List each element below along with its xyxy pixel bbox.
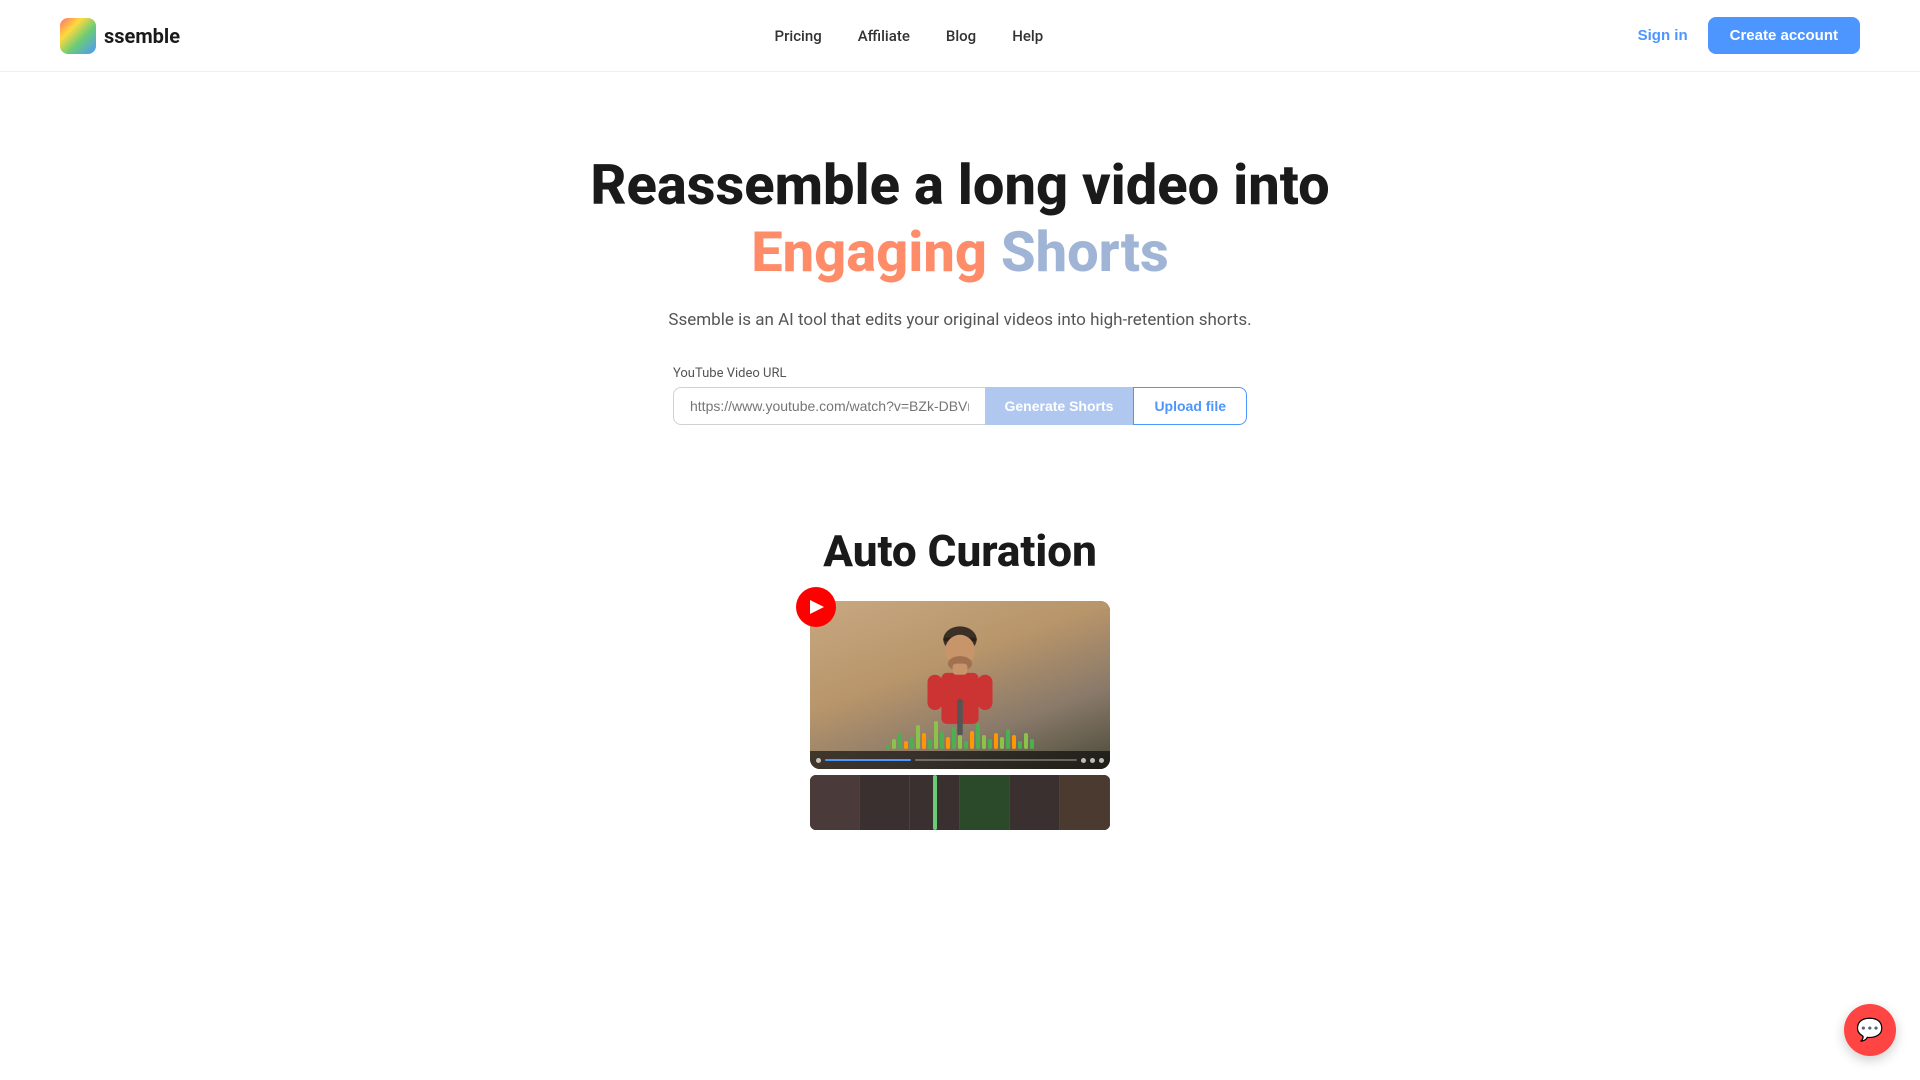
- wave-bar: [1030, 739, 1034, 749]
- wave-bar: [892, 739, 896, 749]
- wave-bar: [898, 733, 902, 749]
- curation-title: Auto Curation: [20, 525, 1900, 577]
- nav-pricing[interactable]: Pricing: [775, 27, 822, 45]
- url-label: YouTube Video URL: [673, 366, 786, 381]
- volume-icon: [1081, 758, 1086, 763]
- wave-bar: [910, 737, 914, 749]
- progress-filled: [825, 759, 911, 761]
- wave-bar: [922, 733, 926, 749]
- video-player[interactable]: [810, 601, 1110, 769]
- thumb-5: [1010, 775, 1060, 830]
- logo-text: ssemble: [104, 24, 180, 48]
- wave-bar: [934, 721, 938, 749]
- settings-icon: [1090, 758, 1095, 763]
- hero-subtext: Ssemble is an AI tool that edits your or…: [20, 310, 1900, 330]
- nav-blog[interactable]: Blog: [946, 27, 976, 45]
- wave-bar: [1024, 733, 1028, 749]
- wave-bar: [904, 741, 908, 749]
- logo-icon: [60, 18, 96, 54]
- wave-bar: [958, 735, 962, 749]
- chat-support-button[interactable]: 💬: [1844, 1004, 1896, 1056]
- wave-bar: [940, 731, 944, 749]
- nav-links: Pricing Affiliate Blog Help: [775, 27, 1044, 45]
- headline-engaging: Engaging: [751, 219, 987, 285]
- thumb-1: [810, 775, 860, 830]
- sign-in-button[interactable]: Sign in: [1638, 27, 1688, 44]
- wave-bar: [1012, 735, 1016, 749]
- youtube-url-input[interactable]: [673, 387, 985, 425]
- nav-affiliate[interactable]: Affiliate: [858, 27, 910, 45]
- video-controls-bar[interactable]: [810, 751, 1110, 769]
- curation-section: Auto Curation: [0, 485, 1920, 854]
- progress-track: [915, 759, 1077, 761]
- play-triangle-icon: [810, 600, 824, 614]
- thumb-4: [960, 775, 1010, 830]
- wave-bar: [916, 725, 920, 749]
- upload-file-button[interactable]: Upload file: [1133, 387, 1247, 425]
- thumbnail-strip: [810, 775, 1110, 830]
- wave-bar: [928, 739, 932, 749]
- nav-actions: Sign in Create account: [1638, 17, 1860, 54]
- wave-bar: [976, 723, 980, 749]
- wave-bar: [952, 727, 956, 749]
- wave-bar: [964, 741, 968, 749]
- video-wrapper: [810, 601, 1110, 830]
- fullscreen-icon: [1099, 758, 1104, 763]
- url-input-row: Generate Shorts Upload file: [673, 387, 1247, 425]
- url-section: YouTube Video URL Generate Shorts Upload…: [20, 366, 1900, 425]
- trim-handle[interactable]: [933, 775, 937, 830]
- nav-help[interactable]: Help: [1012, 27, 1043, 45]
- thumb-6: [1060, 775, 1110, 830]
- video-thumbnail: [810, 601, 1110, 769]
- logo-link[interactable]: ssemble: [60, 18, 180, 54]
- audio-waveform: [810, 719, 1110, 749]
- thumb-3: [910, 775, 960, 830]
- wave-bar: [886, 745, 890, 749]
- wave-bar: [1018, 741, 1022, 749]
- hero-section: Reassemble a long video into Engaging Sh…: [0, 72, 1920, 485]
- play-pause-icon: [816, 758, 821, 763]
- chat-icon: 💬: [1856, 1018, 1883, 1043]
- thumb-2: [860, 775, 910, 830]
- hero-headline: Reassemble a long video into Engaging Sh…: [20, 152, 1900, 286]
- wave-bar: [988, 739, 992, 749]
- headline-shorts: Shorts: [1001, 219, 1169, 285]
- headline-prefix: Reassemble a long video into: [590, 152, 1329, 218]
- wave-bar: [1006, 729, 1010, 749]
- generate-shorts-button[interactable]: Generate Shorts: [985, 387, 1134, 425]
- wave-bar: [946, 737, 950, 749]
- wave-bar: [1000, 737, 1004, 749]
- navbar: ssemble Pricing Affiliate Blog Help Sign…: [0, 0, 1920, 72]
- wave-bar: [994, 733, 998, 749]
- create-account-button[interactable]: Create account: [1708, 17, 1860, 54]
- wave-bar: [982, 735, 986, 749]
- wave-bar: [970, 731, 974, 749]
